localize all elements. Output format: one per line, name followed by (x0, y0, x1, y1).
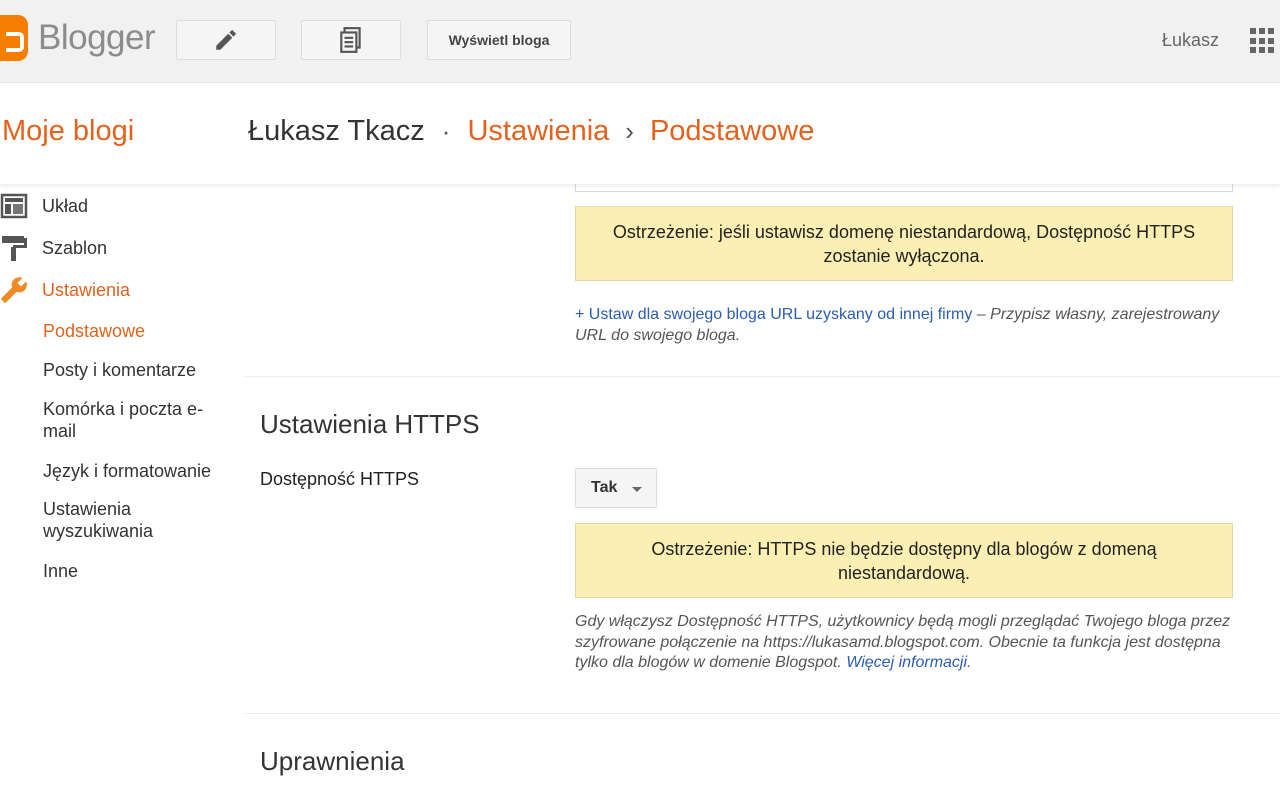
wrench-icon (0, 276, 30, 304)
main-content: Ostrzeżenie: jeśli ustawisz domenę niest… (245, 178, 1280, 800)
my-blogs-link[interactable]: Moje blogi (2, 115, 134, 148)
sidebar-subitem-other[interactable]: Inne (43, 560, 223, 582)
section-divider (245, 376, 1280, 377)
layout-icon (0, 192, 30, 220)
https-warning: Ostrzeżenie: HTTPS nie będzie dostępny d… (575, 523, 1233, 598)
paint-roller-icon (0, 234, 30, 262)
sidebar-subitem-language[interactable]: Język i formatowanie (43, 460, 223, 482)
sidebar-item-settings[interactable]: Ustawienia (0, 276, 130, 304)
custom-domain-link[interactable]: + Ustaw dla swojego bloga URL uzyskany o… (575, 306, 972, 323)
sidebar-subitem-search[interactable]: Ustawienia wyszukiwania (43, 498, 223, 542)
logo-text: Blogger (38, 18, 156, 57)
pencil-icon (216, 30, 236, 50)
sidebar-subitem-posts-comments[interactable]: Posty i komentarze (43, 359, 223, 381)
https-availability-select[interactable]: Tak (575, 468, 657, 508)
more-info-link[interactable]: Więcej informacji (846, 654, 967, 671)
section-divider (245, 713, 1280, 714)
custom-domain-note: + Ustaw dla swojego bloga URL uzyskany o… (575, 305, 1243, 346)
documents-icon (340, 27, 361, 53)
domain-warning: Ostrzeżenie: jeśli ustawisz domenę niest… (575, 206, 1233, 281)
permissions-section-title: Uprawnienia (260, 746, 405, 776)
apps-grid-icon[interactable] (1250, 28, 1276, 54)
sidebar-item-label: Układ (42, 195, 89, 216)
sidebar-item-layout[interactable]: Układ (0, 192, 88, 220)
blogger-logo-icon (0, 15, 28, 61)
sidebar-item-label: Ustawienia (42, 279, 131, 300)
https-note: Gdy włączysz Dostępność HTTPS, użytkowni… (575, 612, 1243, 674)
user-name[interactable]: Łukasz (1162, 30, 1219, 51)
blogger-logo[interactable]: Blogger (0, 14, 156, 62)
breadcrumb-current: Podstawowe (649, 115, 815, 147)
breadcrumb-dot: · (441, 116, 451, 146)
breadcrumb: Łukasz Tkacz · Ustawienia › Podstawowe (248, 115, 814, 148)
sidebar: Układ Szablon Ustawienia Podstawowe Post… (0, 184, 240, 800)
breadcrumb-settings[interactable]: Ustawienia (467, 115, 609, 148)
https-section-title: Ustawienia HTTPS (260, 409, 480, 439)
sidebar-item-label: Szablon (42, 237, 108, 258)
https-availability-label: Dostępność HTTPS (260, 469, 420, 489)
page-header: Moje blogi Łukasz Tkacz · Ustawienia › P… (0, 83, 1280, 184)
select-value: Tak (591, 479, 618, 496)
sidebar-subitem-mobile-email[interactable]: Komórka i poczta e-mail (43, 398, 223, 442)
sidebar-subitem-basic[interactable]: Podstawowe (43, 320, 223, 342)
caret-down-icon (632, 487, 642, 492)
breadcrumb-separator: › (625, 116, 634, 146)
view-blog-button[interactable]: Wyświetl bloga (427, 20, 571, 60)
posts-list-button[interactable] (301, 20, 401, 60)
https-note-end: . (967, 654, 972, 671)
top-bar: Blogger Wyświetl bloga Łukasz (0, 0, 1280, 83)
new-post-button[interactable] (176, 20, 276, 60)
sidebar-item-template[interactable]: Szablon (0, 234, 107, 262)
breadcrumb-blog-name: Łukasz Tkacz (248, 115, 425, 147)
